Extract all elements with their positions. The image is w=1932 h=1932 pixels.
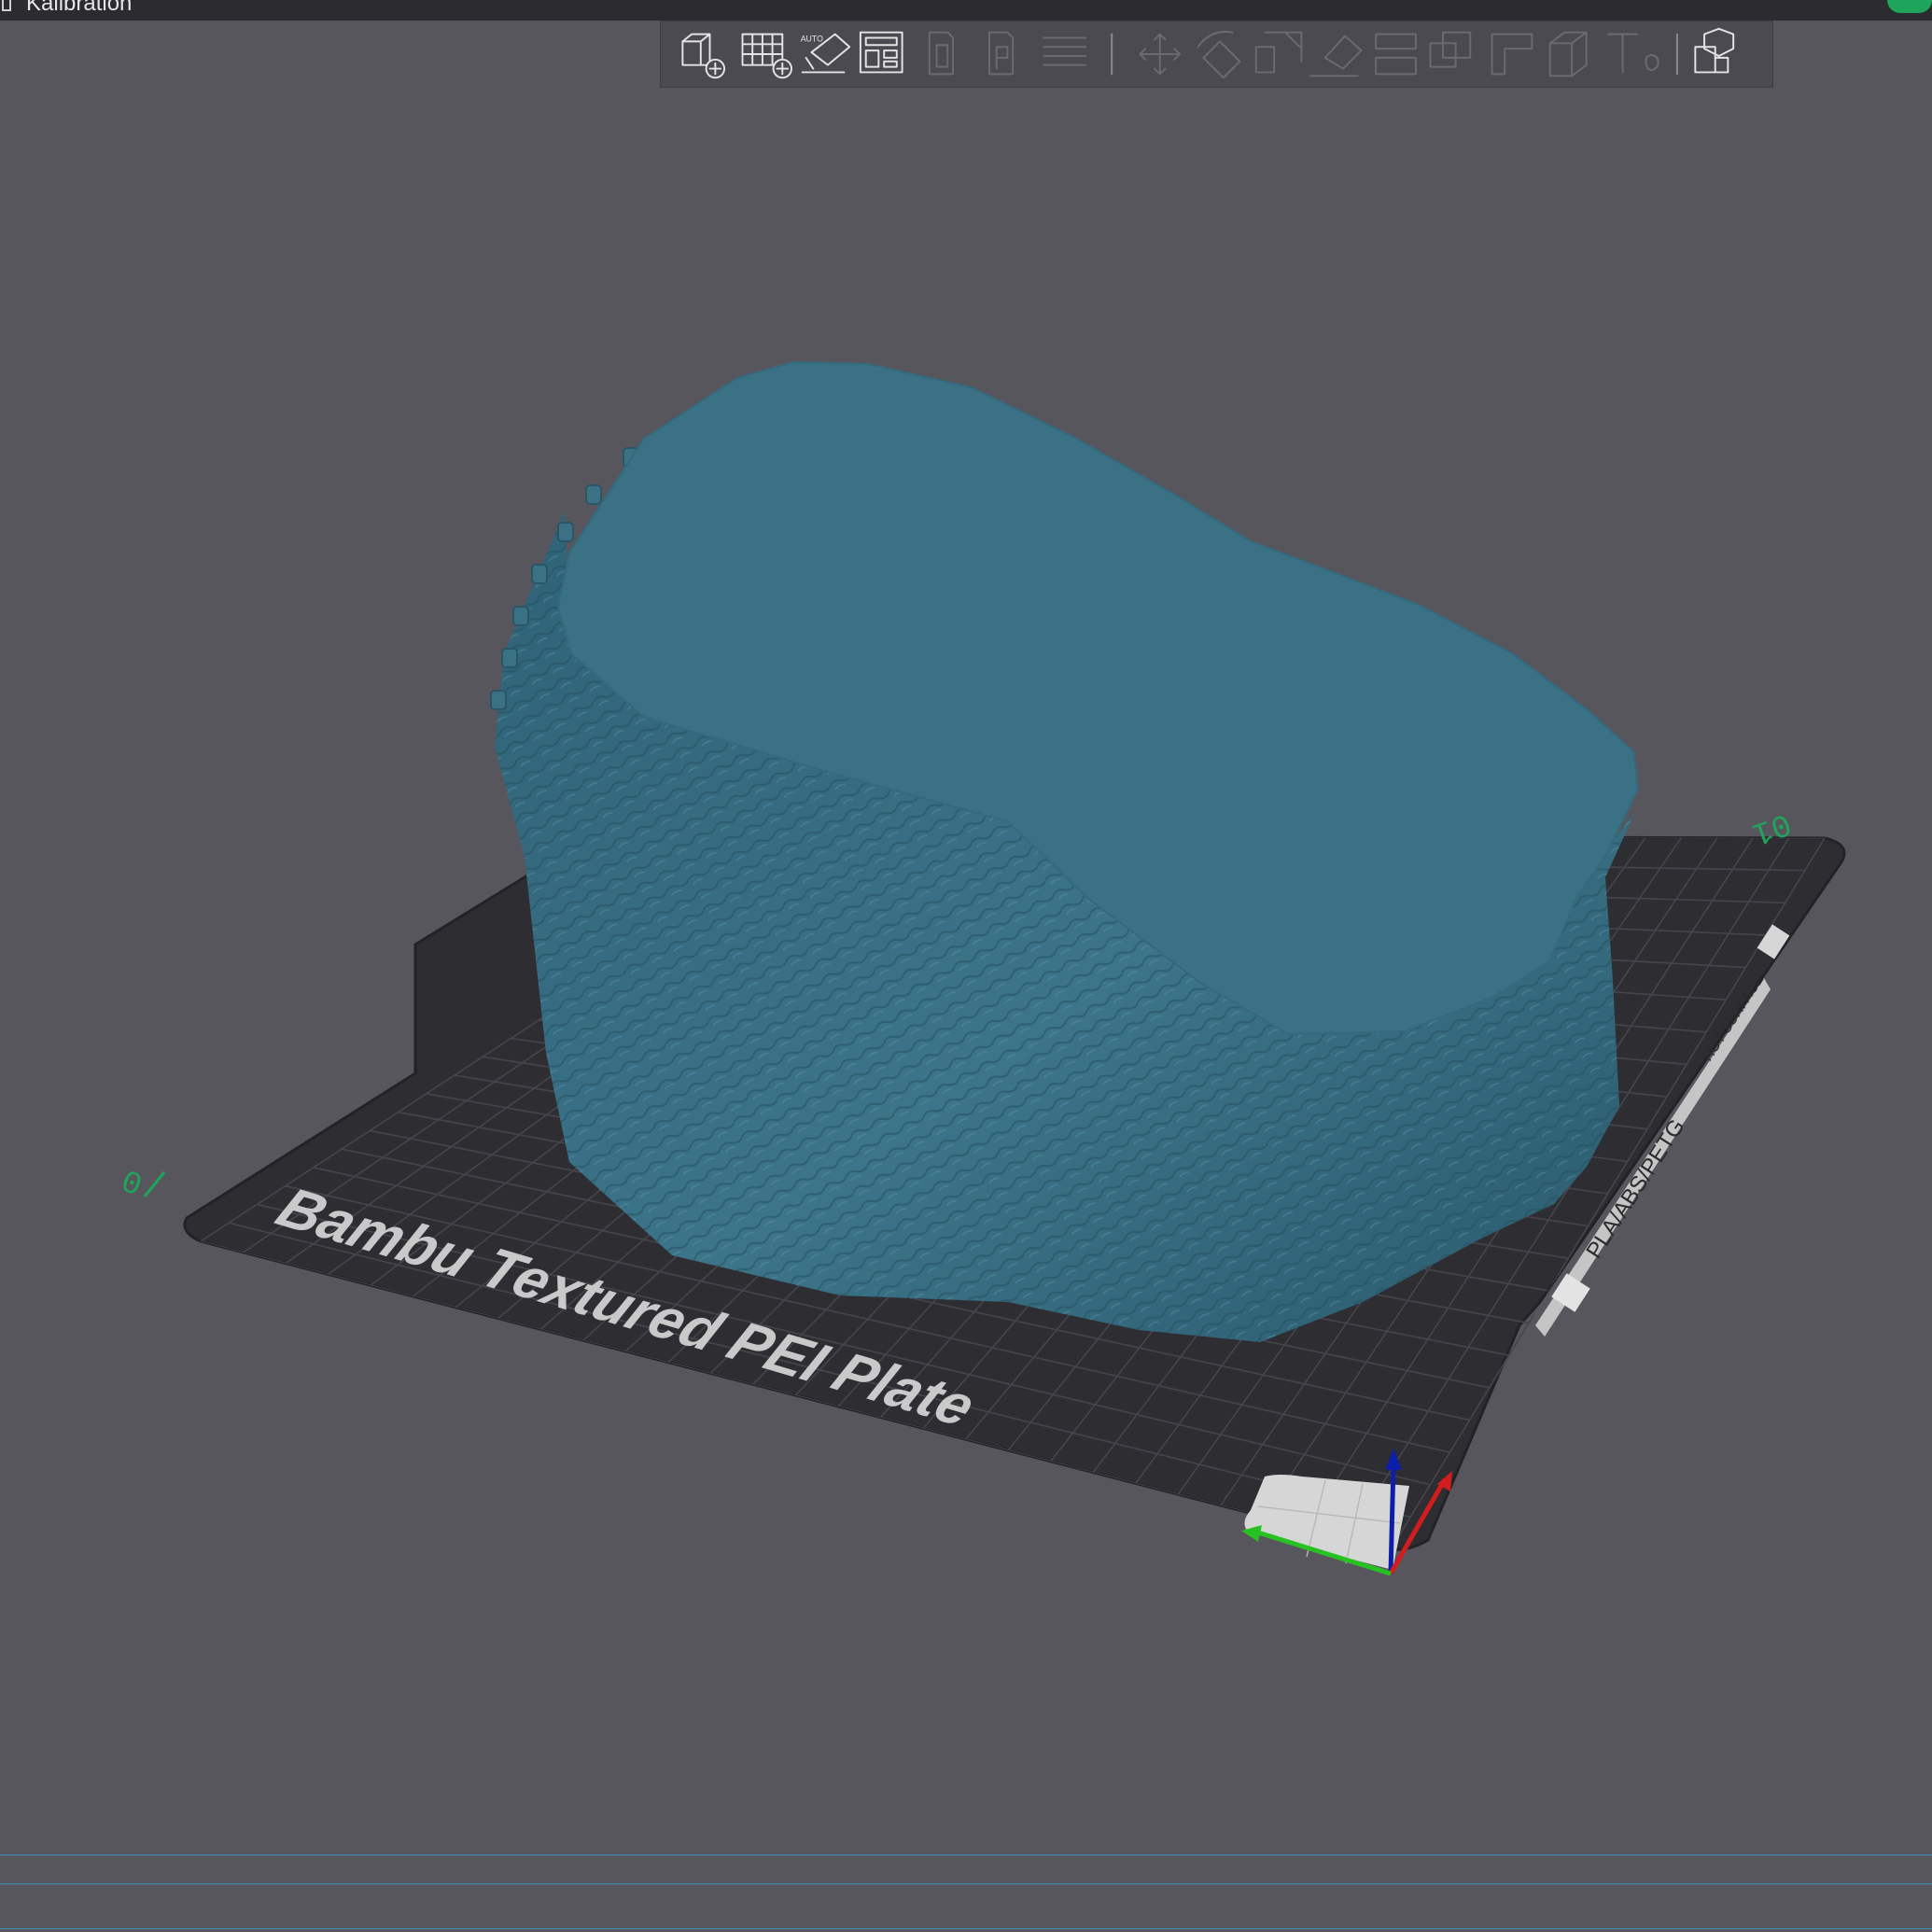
boolean-button[interactable] (1429, 31, 1472, 68)
rotate-button[interactable] (1197, 31, 1241, 79)
add-object-button[interactable] (681, 33, 726, 79)
copy-button[interactable] (928, 31, 955, 76)
seam-paint-button[interactable] (1548, 31, 1588, 77)
plate-origin-label: 0 (116, 1166, 146, 1206)
paste-button[interactable] (987, 31, 1015, 76)
support-paint-button[interactable] (1491, 33, 1533, 76)
layers-button[interactable] (1043, 36, 1086, 66)
main-toolbar: AUTO (660, 21, 1773, 88)
auto-orient-button[interactable]: AUTO (801, 33, 851, 74)
scale-button[interactable] (1254, 31, 1303, 74)
guide-line (0, 1883, 1932, 1884)
color-paint-button[interactable] (1607, 33, 1659, 74)
model-object[interactable] (490, 360, 1640, 1342)
cut-button[interactable] (1375, 33, 1417, 76)
lay-on-face-button[interactable] (1309, 35, 1363, 77)
move-button[interactable] (1139, 33, 1182, 76)
auto-label: AUTO (801, 34, 823, 43)
guide-line (0, 1928, 1932, 1929)
assembly-icon (1694, 27, 1735, 74)
3d-viewport[interactable]: Bambu Textured PEI Plate 0 01 PLA/ABS/PE… (0, 0, 1932, 1932)
assembly-view-button[interactable] (1694, 27, 1735, 74)
arrange-icon (859, 31, 903, 74)
cube-plus-icon (681, 33, 711, 66)
arrange-button[interactable] (859, 31, 903, 74)
add-plate-button[interactable] (741, 33, 792, 79)
grid-plus-icon (741, 33, 784, 66)
z-axis (1388, 1463, 1396, 1575)
